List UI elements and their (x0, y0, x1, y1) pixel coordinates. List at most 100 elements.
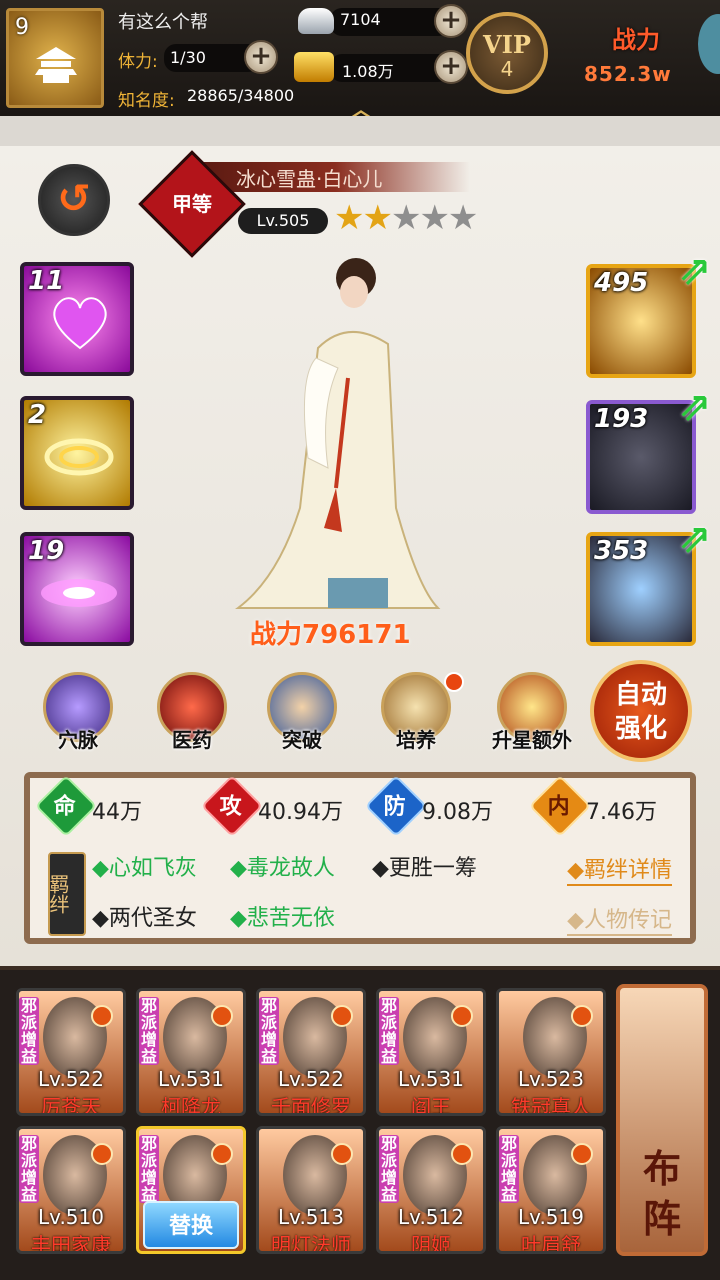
auto-enhance-button[interactable]: 自动 强化 (590, 660, 692, 762)
bond-item[interactable]: ◆悲苦无依 (230, 900, 335, 932)
notification-dot (331, 1005, 353, 1027)
team-member-card[interactable]: 邪派增益 Lv.519 叶眉舒 (496, 1126, 606, 1254)
star-rating: ★★★★★ (334, 198, 478, 238)
member-level: Lv.519 (518, 1205, 584, 1229)
pagoda-icon (35, 47, 77, 83)
member-level: Lv.512 (398, 1205, 464, 1229)
notification-dot (211, 1005, 233, 1027)
stars-empty: ★★★ (390, 198, 478, 238)
team-member-card[interactable]: 邪派增益 Lv.522 千面修罗 (256, 988, 366, 1116)
notification-dot (451, 1143, 473, 1165)
add-stamina-button[interactable]: + (244, 40, 278, 74)
faction-buff-tag: 邪派增益 (139, 996, 159, 1066)
inner-icon: 内 (528, 774, 592, 838)
hp-value: 44万 (92, 800, 142, 825)
bond-item[interactable]: ◆心如飞灰 (92, 850, 197, 882)
hero-name: 冰心雪蛊·白心儿 (236, 167, 383, 191)
menu-breakthrough[interactable]: 突破 (262, 672, 342, 753)
team-member-card[interactable]: 邪派增益 Lv.531 柯降龙 (136, 988, 246, 1116)
skill-slot-burst[interactable]: 19 (20, 532, 134, 646)
upgrade-arrow-icon: ⇗ (678, 384, 712, 430)
menu-star-extra[interactable]: 升星额外 (484, 672, 580, 753)
guild-badge[interactable]: 9 (6, 8, 104, 108)
vip-level: 4 (500, 57, 514, 81)
member-name: 阴姬 (411, 1233, 451, 1254)
gold-ingot-icon (294, 52, 334, 82)
equip-slot-mount[interactable]: 353 ⇗ (586, 516, 712, 646)
add-gold-button[interactable]: + (434, 50, 468, 84)
upgrade-arrow-icon: ⇗ (678, 248, 712, 294)
team-member-card[interactable]: 邪派增益 Lv.531 阎王 (376, 988, 486, 1116)
member-level: Lv.531 (398, 1067, 464, 1091)
hp-icon-text: 命 (53, 794, 76, 820)
defense-icon-text: 防 (383, 794, 406, 820)
bond-detail-link[interactable]: ◆羁绊详情 (567, 852, 672, 886)
hero-portrait (235, 258, 441, 609)
fame-value: 28865/34800 (187, 86, 295, 105)
team-member-card[interactable]: Lv.513 明灯法师 (256, 1126, 366, 1254)
hp-icon: 命 (34, 774, 98, 838)
skill-slot-vortex[interactable]: 2 (20, 396, 134, 510)
notification-dot (451, 1005, 473, 1027)
skill-level: 11 (28, 266, 65, 296)
bond-item[interactable]: ◆两代圣女 (92, 900, 197, 932)
team-member-card[interactable]: 邪派增益 Lv.522 厉苍天 (16, 988, 126, 1116)
equip-slot-weapon[interactable]: 495 ⇗ (586, 248, 712, 378)
member-level: Lv.522 (38, 1067, 104, 1091)
menu-meridian[interactable]: 穴脉 (38, 672, 118, 753)
inner-icon-text: 内 (547, 794, 570, 820)
faction-buff-tag: 邪派增益 (379, 1134, 399, 1204)
back-button[interactable]: ↺ (38, 164, 110, 236)
stamina-label: 体力: (118, 52, 158, 72)
hero-level: Lv.505 (238, 208, 328, 234)
gold-value: 1.08万 (342, 62, 394, 81)
team-member-card-selected[interactable]: 邪派增益 替换 (136, 1126, 246, 1254)
formation-label-1: 布 (642, 1146, 681, 1191)
bond-item[interactable]: ◆更胜一筹 (372, 850, 477, 882)
silver-value: 7104 (340, 10, 381, 29)
vip-label: VIP (483, 30, 531, 59)
menu-label: 突破 (282, 728, 322, 752)
settings-gear-icon[interactable] (698, 14, 720, 74)
swap-button[interactable]: 替换 (143, 1201, 239, 1249)
biography-link[interactable]: ◆人物传记 (567, 902, 672, 936)
total-power-value: 852.3w (584, 62, 672, 86)
menu-label: 穴脉 (58, 728, 98, 752)
member-level: Lv.523 (518, 1067, 584, 1091)
notification-dot (91, 1143, 113, 1165)
member-name: 阎王 (411, 1095, 451, 1116)
skill-slot-heart[interactable]: 11 (20, 262, 134, 376)
faction-buff-tag: 邪派增益 (19, 996, 39, 1066)
team-member-card[interactable]: 邪派增益 Lv.510 丰田家康 (16, 1126, 126, 1254)
equip-level: 495 (594, 268, 649, 298)
menu-label: 升星额外 (492, 728, 572, 752)
notification-dot (571, 1143, 593, 1165)
equip-slot-armor[interactable]: 193 ⇗ (586, 384, 712, 514)
total-power-label: 战力 (612, 26, 660, 54)
team-member-card[interactable]: Lv.523 铁冠真人 (496, 988, 606, 1116)
menu-label: 医药 (172, 728, 212, 752)
faction-buff-tag: 邪派增益 (259, 996, 279, 1066)
vortex-icon (44, 438, 114, 476)
menu-cultivate[interactable]: 培养 (376, 672, 464, 753)
faction-buff-tag: 邪派增益 (139, 1134, 159, 1204)
notification-dot (211, 1143, 233, 1165)
bond-tag: 羁绊 (46, 852, 86, 936)
burst-icon (41, 579, 117, 607)
team-member-card[interactable]: 邪派增益 Lv.512 阴姬 (376, 1126, 486, 1254)
heart-icon (53, 297, 107, 350)
add-silver-button[interactable]: + (434, 4, 468, 38)
bond-item[interactable]: ◆毒龙故人 (230, 850, 335, 882)
auto-enhance-line2: 强化 (614, 714, 667, 744)
menu-medicine[interactable]: 医药 (152, 672, 232, 753)
member-name: 叶眉舒 (521, 1233, 581, 1254)
grade-text: 甲等 (172, 192, 212, 216)
vip-badge[interactable]: VIP 4 (466, 12, 548, 94)
equip-level: 193 (594, 404, 649, 434)
guild-level: 9 (15, 15, 29, 40)
defense-icon: 防 (364, 774, 428, 838)
notification-dot (571, 1005, 593, 1027)
formation-button[interactable]: 布 阵 (616, 984, 708, 1256)
stamina-value: 1/30 (170, 48, 206, 67)
auto-enhance-line1: 自动 (614, 680, 667, 710)
